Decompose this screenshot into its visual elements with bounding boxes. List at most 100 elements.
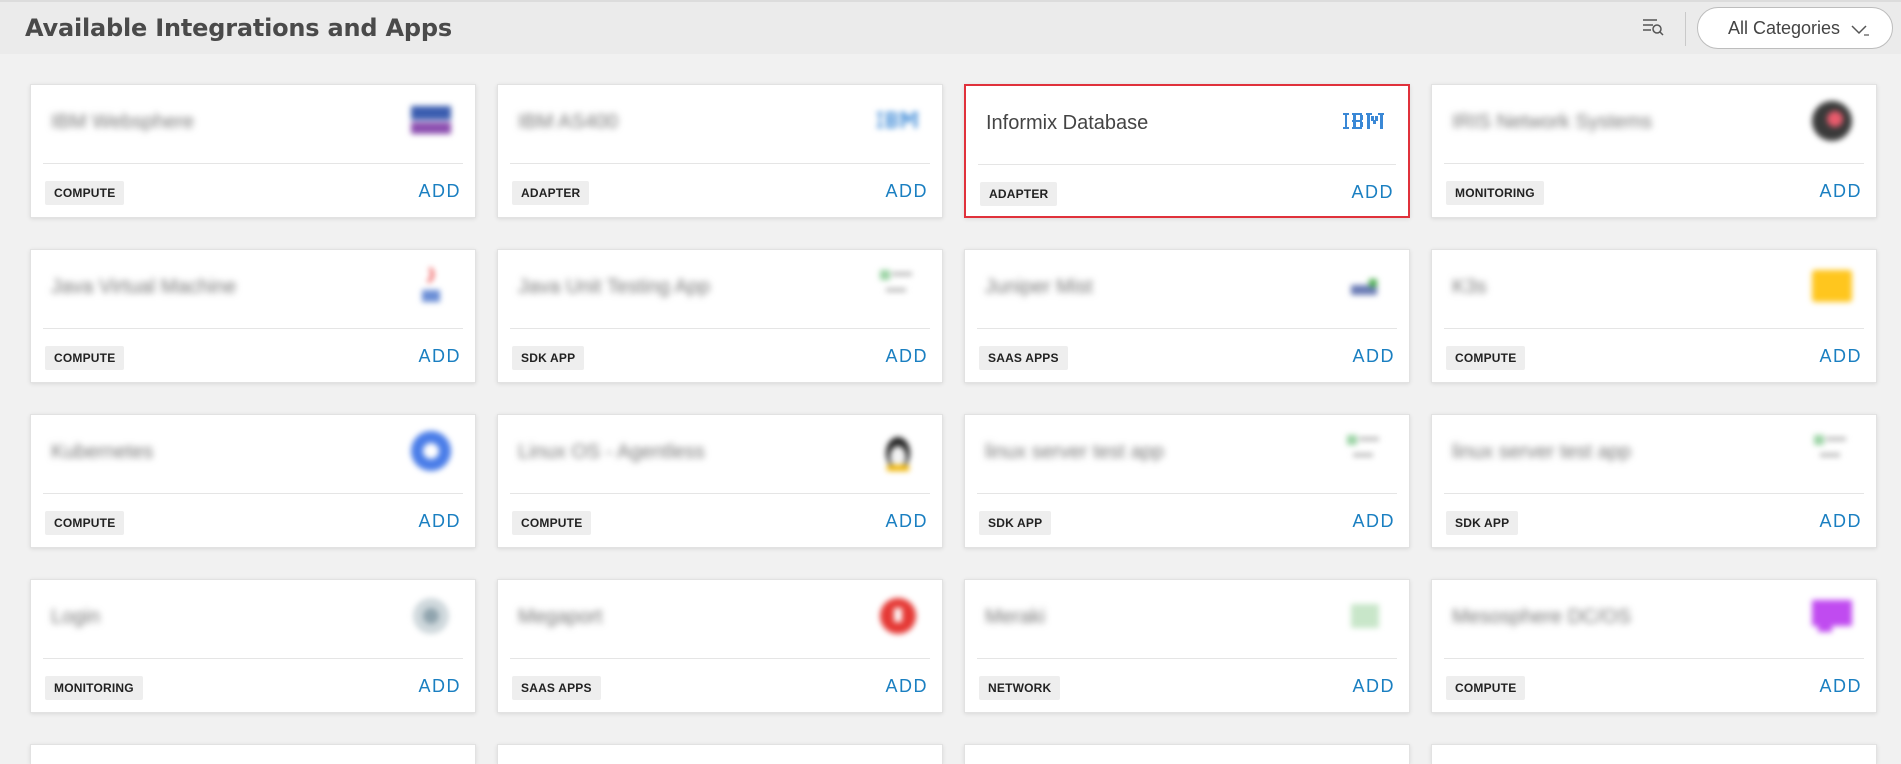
- integration-card[interactable]: K3s COMPUTE ADD: [1431, 249, 1877, 383]
- megaport-logo: [874, 596, 922, 636]
- add-button[interactable]: ADD: [1352, 511, 1395, 532]
- integration-name: Java Virtual Machine: [51, 276, 237, 298]
- integration-name: K3s: [1452, 276, 1487, 298]
- add-button[interactable]: ADD: [1351, 182, 1394, 203]
- k3s-logo: [1808, 266, 1856, 306]
- integration-name: linux server test app: [985, 441, 1164, 463]
- category-badge: SDK APP: [1446, 511, 1519, 535]
- category-badge: COMPUTE: [1446, 346, 1526, 370]
- card-divider: [1444, 328, 1864, 329]
- integration-card[interactable]: Mesosphere DC/OS COMPUTE ADD: [1431, 579, 1877, 713]
- integration-card[interactable]: [964, 744, 1410, 764]
- java-logo: [407, 266, 455, 306]
- mist-logo: [1341, 266, 1389, 306]
- card-divider: [43, 493, 463, 494]
- category-badge: SDK APP: [512, 346, 585, 370]
- integration-card[interactable]: Informix Database ADAPTER ADD: [964, 84, 1410, 218]
- card-divider: [978, 164, 1396, 165]
- card-divider: [1444, 493, 1864, 494]
- add-button[interactable]: ADD: [1819, 181, 1862, 202]
- integration-name: IBM AS400: [518, 111, 619, 133]
- category-badge: COMPUTE: [45, 346, 125, 370]
- add-button[interactable]: ADD: [418, 181, 461, 202]
- add-button[interactable]: ADD: [418, 676, 461, 697]
- integration-name: Meraki: [985, 606, 1046, 628]
- integration-name: linux server test app: [1452, 441, 1631, 463]
- category-badge: ADAPTER: [980, 182, 1058, 206]
- login-logo: [407, 596, 455, 636]
- card-divider: [510, 163, 930, 164]
- card-divider: [977, 493, 1397, 494]
- add-button[interactable]: ADD: [1352, 346, 1395, 367]
- list-search-icon[interactable]: [1640, 14, 1666, 40]
- integration-name: Megaport: [518, 606, 603, 628]
- add-button[interactable]: ADD: [1819, 676, 1862, 697]
- integration-card[interactable]: Login MONITORING ADD: [30, 579, 476, 713]
- chevron-down-icon: [1850, 21, 1870, 42]
- integration-name: Mesosphere DC/OS: [1452, 606, 1631, 628]
- integration-card[interactable]: Java Virtual Machine COMPUTE ADD: [30, 249, 476, 383]
- category-badge: SAAS APPS: [979, 346, 1068, 370]
- card-divider: [43, 658, 463, 659]
- integration-card[interactable]: Juniper Mist SAAS APPS ADD: [964, 249, 1410, 383]
- category-badge: COMPUTE: [512, 511, 592, 535]
- integration-name: Login: [51, 606, 100, 628]
- integration-card[interactable]: [497, 744, 943, 764]
- add-button[interactable]: ADD: [885, 676, 928, 697]
- iris-logo: [1808, 101, 1856, 141]
- websphere-logo: [407, 101, 455, 141]
- card-divider: [1444, 163, 1864, 164]
- mesosphere-logo: [1808, 596, 1856, 636]
- category-badge: COMPUTE: [1446, 676, 1526, 700]
- category-badge: NETWORK: [979, 676, 1061, 700]
- integration-name: IBM Websphere: [51, 111, 195, 133]
- ibm-logo: [1340, 102, 1388, 142]
- page-title: Available Integrations and Apps: [25, 14, 452, 42]
- integration-card[interactable]: Meraki NETWORK ADD: [964, 579, 1410, 713]
- integration-card[interactable]: IBM AS400 ADAPTER ADD: [497, 84, 943, 218]
- app-logo: [874, 266, 922, 306]
- card-divider: [43, 163, 463, 164]
- add-button[interactable]: ADD: [885, 511, 928, 532]
- category-dropdown-value: All Categories: [1728, 17, 1841, 38]
- integration-card[interactable]: IBM Websphere COMPUTE ADD: [30, 84, 476, 218]
- integration-card[interactable]: Megaport SAAS APPS ADD: [497, 579, 943, 713]
- integration-card[interactable]: linux server test app SDK APP ADD: [1431, 414, 1877, 548]
- app-logo: [1341, 431, 1389, 471]
- integration-card[interactable]: Linux OS - Agentless COMPUTE ADD: [497, 414, 943, 548]
- add-button[interactable]: ADD: [1819, 346, 1862, 367]
- card-divider: [977, 328, 1397, 329]
- add-button[interactable]: ADD: [418, 511, 461, 532]
- category-badge: SDK APP: [979, 511, 1052, 535]
- category-dropdown[interactable]: All Categories: [1697, 7, 1893, 49]
- header-divider: [1685, 12, 1686, 46]
- integration-name: Informix Database: [986, 112, 1149, 134]
- integration-name: Java Unit Testing App: [518, 276, 710, 298]
- app-logo: [1808, 431, 1856, 471]
- card-divider: [510, 328, 930, 329]
- card-divider: [43, 328, 463, 329]
- card-divider: [510, 493, 930, 494]
- card-divider: [977, 658, 1397, 659]
- add-button[interactable]: ADD: [418, 346, 461, 367]
- category-badge: COMPUTE: [45, 181, 125, 205]
- category-badge: MONITORING: [45, 676, 143, 700]
- integration-card[interactable]: [1431, 744, 1877, 764]
- category-badge: SAAS APPS: [512, 676, 601, 700]
- meraki-logo: [1341, 596, 1389, 636]
- integration-card[interactable]: Java Unit Testing App SDK APP ADD: [497, 249, 943, 383]
- page-header: Available Integrations and Apps All Cate…: [0, 0, 1901, 54]
- add-button[interactable]: ADD: [885, 346, 928, 367]
- integration-card[interactable]: IRIS Network Systems MONITORING ADD: [1431, 84, 1877, 218]
- linux-logo: [874, 431, 922, 471]
- add-button[interactable]: ADD: [1819, 511, 1862, 532]
- integration-card[interactable]: [30, 744, 476, 764]
- integration-name: IRIS Network Systems: [1452, 111, 1653, 133]
- integration-card[interactable]: Kubernetes COMPUTE ADD: [30, 414, 476, 548]
- integration-card[interactable]: linux server test app SDK APP ADD: [964, 414, 1410, 548]
- add-button[interactable]: ADD: [885, 181, 928, 202]
- add-button[interactable]: ADD: [1352, 676, 1395, 697]
- card-divider: [510, 658, 930, 659]
- kubernetes-logo: [407, 431, 455, 471]
- category-badge: MONITORING: [1446, 181, 1544, 205]
